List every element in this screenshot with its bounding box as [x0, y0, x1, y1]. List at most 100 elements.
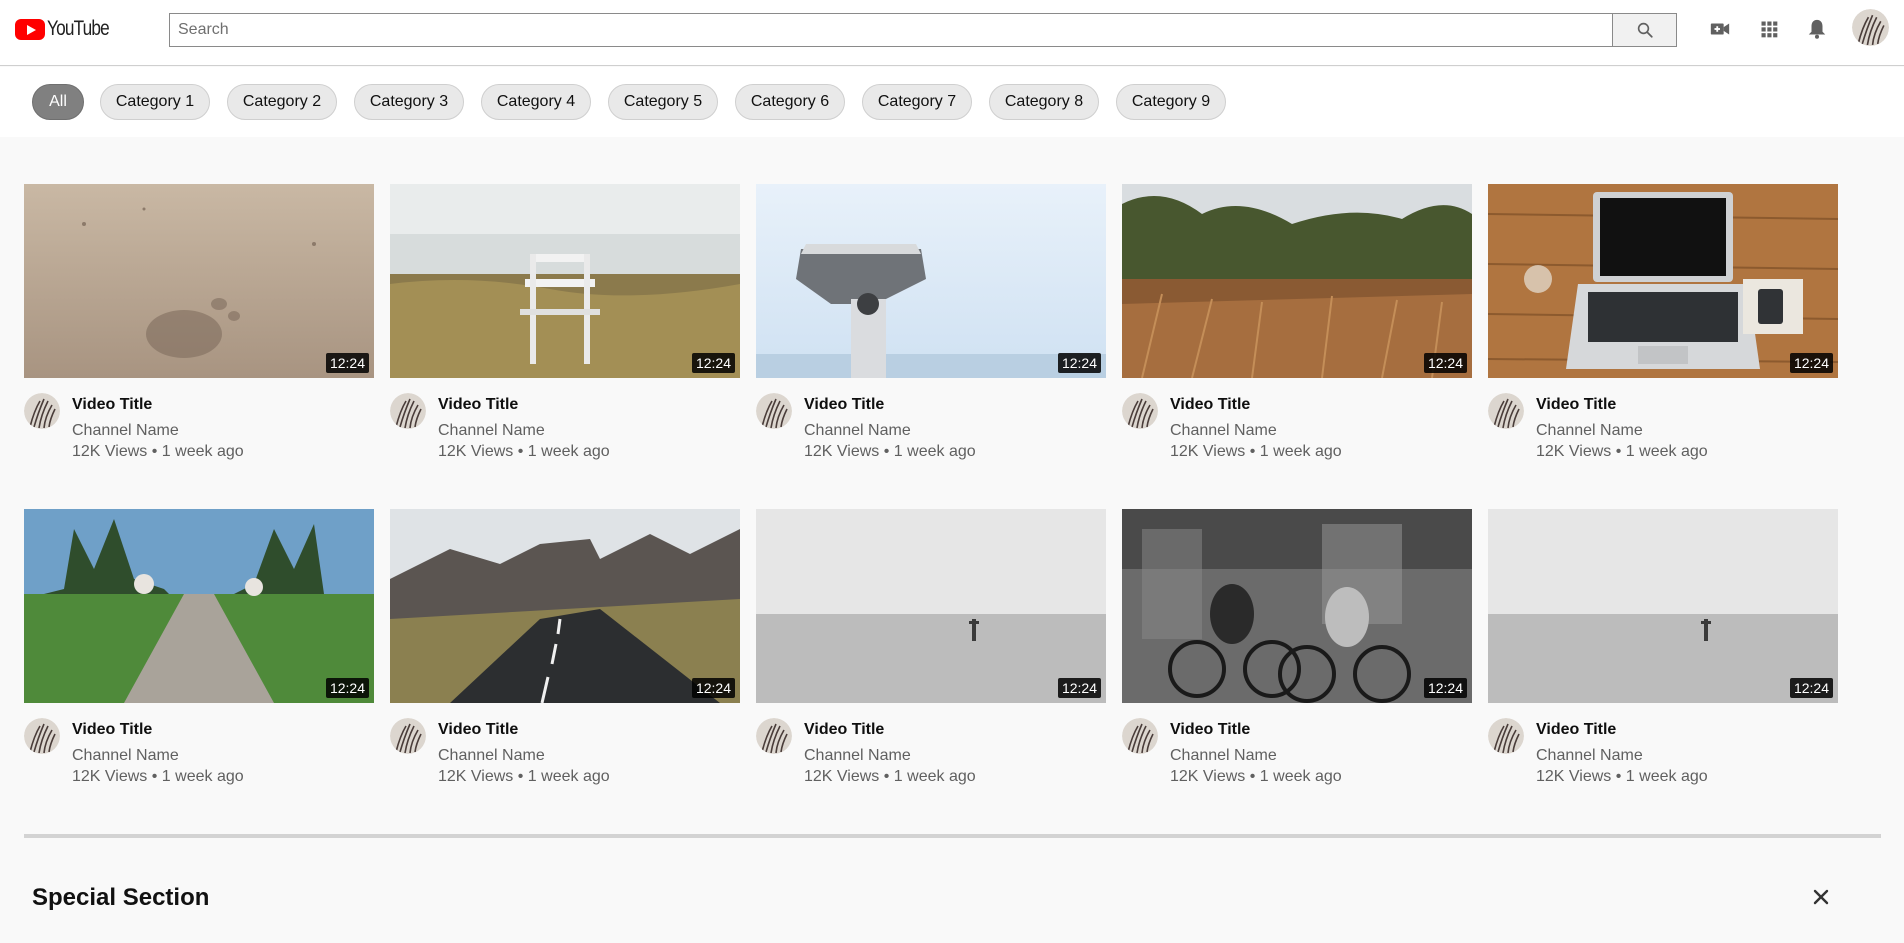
video-card[interactable]: 12:24 Video Title Channel Name 12K Views… [1488, 509, 1838, 785]
search-input[interactable] [169, 13, 1612, 47]
section-divider [24, 834, 1881, 838]
logo-text: YouTube [47, 17, 110, 40]
video-card[interactable]: 12:24 Video Title Channel Name 12K Views… [1122, 184, 1472, 460]
bell-icon [1808, 19, 1826, 39]
video-duration: 12:24 [691, 678, 735, 698]
video-duration: 12:24 [1057, 678, 1101, 698]
channel-name[interactable]: Channel Name [1170, 747, 1277, 765]
notifications-button[interactable] [1805, 17, 1829, 41]
channel-avatar[interactable] [756, 718, 792, 754]
search-icon [1637, 22, 1653, 38]
channel-avatar[interactable] [1122, 718, 1158, 754]
video-duration: 12:24 [691, 353, 735, 373]
chip-category-5[interactable]: Category 5 [608, 84, 718, 120]
video-thumbnail[interactable]: 12:24 [1488, 509, 1838, 703]
video-stats: 12K Views • 1 week ago [1170, 443, 1342, 460]
video-title[interactable]: Video Title [1536, 721, 1616, 739]
channel-avatar[interactable] [1488, 393, 1524, 429]
video-card[interactable]: 12:24 Video Title Channel Name 12K Views… [390, 509, 740, 785]
channel-name[interactable]: Channel Name [1536, 422, 1643, 440]
channel-name[interactable]: Channel Name [438, 747, 545, 765]
video-stats: 12K Views • 1 week ago [438, 768, 610, 785]
video-stats: 12K Views • 1 week ago [1536, 443, 1708, 460]
channel-avatar[interactable] [390, 393, 426, 429]
video-card[interactable]: 12:24 Video Title Channel Name 12K Views… [390, 184, 740, 460]
video-duration: 12:24 [325, 678, 369, 698]
chip-all[interactable]: All [32, 84, 84, 120]
close-button[interactable] [1810, 886, 1832, 908]
special-section-title: Special Section [32, 884, 210, 911]
video-thumbnail[interactable]: 12:24 [1122, 509, 1472, 703]
video-card[interactable]: 12:24 Video Title Channel Name 12K Views… [1488, 184, 1838, 460]
video-duration: 12:24 [1423, 678, 1467, 698]
channel-avatar[interactable] [24, 718, 60, 754]
video-stats: 12K Views • 1 week ago [72, 443, 244, 460]
channel-avatar[interactable] [24, 393, 60, 429]
channel-avatar[interactable] [1122, 393, 1158, 429]
video-duration: 12:24 [1423, 353, 1467, 373]
video-thumbnail[interactable]: 12:24 [390, 184, 740, 378]
video-stats: 12K Views • 1 week ago [804, 443, 976, 460]
video-card[interactable]: 12:24 Video Title Channel Name 12K Views… [24, 509, 374, 785]
video-thumbnail[interactable]: 12:24 [24, 509, 374, 703]
video-stats: 12K Views • 1 week ago [1170, 768, 1342, 785]
channel-name[interactable]: Channel Name [804, 422, 911, 440]
apps-grid-icon [1761, 21, 1778, 38]
avatar-image [1852, 9, 1889, 46]
chip-category-3[interactable]: Category 3 [354, 84, 464, 120]
channel-name[interactable]: Channel Name [72, 422, 179, 440]
video-duration: 12:24 [1789, 678, 1833, 698]
create-video-button[interactable] [1708, 17, 1732, 41]
channel-name[interactable]: Channel Name [72, 747, 179, 765]
close-icon [1813, 889, 1829, 905]
video-duration: 12:24 [325, 353, 369, 373]
video-title[interactable]: Video Title [72, 721, 152, 739]
video-card[interactable]: 12:24 Video Title Channel Name 12K Views… [24, 184, 374, 460]
chip-category-2[interactable]: Category 2 [227, 84, 337, 120]
video-card[interactable]: 12:24 Video Title Channel Name 12K Views… [756, 184, 1106, 460]
search-bar [169, 13, 1677, 47]
video-stats: 12K Views • 1 week ago [804, 768, 976, 785]
video-thumbnail[interactable]: 12:24 [1122, 184, 1472, 378]
category-chips-bar: All Category 1 Category 2 Category 3 Cat… [0, 67, 1904, 137]
user-avatar[interactable] [1852, 9, 1889, 46]
channel-name[interactable]: Channel Name [438, 422, 545, 440]
video-title[interactable]: Video Title [804, 396, 884, 414]
play-logo-icon [15, 18, 45, 40]
video-duration: 12:24 [1789, 353, 1833, 373]
video-camera-icon [1710, 23, 1730, 35]
video-thumbnail[interactable]: 12:24 [1488, 184, 1838, 378]
apps-button[interactable] [1757, 17, 1781, 41]
top-header: YouTube [0, 0, 1904, 66]
video-title[interactable]: Video Title [72, 396, 152, 414]
chip-category-8[interactable]: Category 8 [989, 84, 1099, 120]
video-stats: 12K Views • 1 week ago [438, 443, 610, 460]
chip-category-7[interactable]: Category 7 [862, 84, 972, 120]
video-title[interactable]: Video Title [438, 721, 518, 739]
video-card[interactable]: 12:24 Video Title Channel Name 12K Views… [1122, 509, 1472, 785]
channel-name[interactable]: Channel Name [804, 747, 911, 765]
video-duration: 12:24 [1057, 353, 1101, 373]
video-thumbnail[interactable]: 12:24 [24, 184, 374, 378]
video-thumbnail[interactable]: 12:24 [390, 509, 740, 703]
chip-category-9[interactable]: Category 9 [1116, 84, 1226, 120]
channel-name[interactable]: Channel Name [1170, 422, 1277, 440]
channel-avatar[interactable] [390, 718, 426, 754]
channel-name[interactable]: Channel Name [1536, 747, 1643, 765]
video-title[interactable]: Video Title [804, 721, 884, 739]
video-thumbnail[interactable]: 12:24 [756, 184, 1106, 378]
youtube-logo[interactable]: YouTube [15, 17, 123, 41]
search-button[interactable] [1612, 13, 1677, 47]
video-card[interactable]: 12:24 Video Title Channel Name 12K Views… [756, 509, 1106, 785]
chip-category-6[interactable]: Category 6 [735, 84, 845, 120]
video-title[interactable]: Video Title [1536, 396, 1616, 414]
video-title[interactable]: Video Title [1170, 721, 1250, 739]
video-stats: 12K Views • 1 week ago [72, 768, 244, 785]
channel-avatar[interactable] [1488, 718, 1524, 754]
chip-category-4[interactable]: Category 4 [481, 84, 591, 120]
channel-avatar[interactable] [756, 393, 792, 429]
video-thumbnail[interactable]: 12:24 [756, 509, 1106, 703]
chip-category-1[interactable]: Category 1 [100, 84, 210, 120]
video-title[interactable]: Video Title [1170, 396, 1250, 414]
video-title[interactable]: Video Title [438, 396, 518, 414]
